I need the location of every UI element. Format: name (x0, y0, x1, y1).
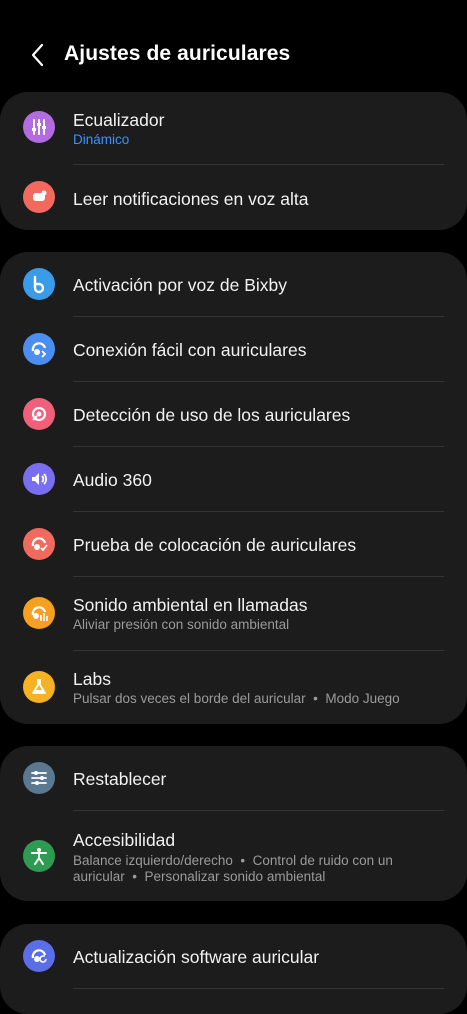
notification-voice-icon (23, 181, 55, 213)
back-button[interactable] (22, 38, 52, 72)
flask-icon (23, 671, 55, 703)
ambient-sound-sub: Aliviar presión con sonido ambiental (73, 617, 290, 632)
read-notifications-label: Leer notificaciones en voz alta (73, 189, 309, 209)
card-general: Restablecer Accesibilidad Balance izquie… (0, 746, 467, 901)
wear-detection-icon (23, 398, 55, 430)
list-item-reset[interactable]: Restablecer (0, 746, 467, 810)
audio-360-label: Audio 360 (73, 470, 152, 490)
card-update: Actualización software auricular (0, 924, 467, 1014)
software-update-icon (23, 940, 55, 972)
easy-connect-icon (23, 333, 55, 365)
list-item-bixby[interactable]: Activación por voz de Bixby (0, 252, 467, 316)
chevron-left-icon (31, 43, 44, 67)
accessibility-label: Accesibilidad (73, 830, 176, 850)
labs-label: Labs (73, 669, 111, 689)
reset-label: Restablecer (73, 769, 167, 789)
ambient-sound-label: Sonido ambiental en llamadas (73, 595, 308, 615)
page-title: Ajustes de auriculares (64, 42, 291, 65)
list-item-read-notifications[interactable]: Leer notificaciones en voz alta (0, 165, 467, 230)
list-item-audio-360[interactable]: Audio 360 (0, 447, 467, 511)
card-features: Activación por voz de Bixby Conexión fác… (0, 252, 467, 724)
bixby-icon (23, 268, 55, 300)
card-sound: Ecualizador Dinámico Leer notificaciones… (0, 92, 467, 230)
speaker-icon (23, 463, 55, 495)
list-item-software-update[interactable]: Actualización software auricular (0, 924, 467, 988)
bixby-label: Activación por voz de Bixby (73, 275, 287, 295)
fit-test-icon (23, 528, 55, 560)
top-bar: Ajustes de auriculares (0, 0, 467, 92)
list-item-labs[interactable]: Labs Pulsar dos veces el borde del auric… (0, 651, 467, 724)
list-item-easy-connect[interactable]: Conexión fácil con auriculares (0, 317, 467, 381)
labs-sub: Pulsar dos veces el borde del auricular … (73, 691, 400, 706)
equalizer-icon (23, 111, 55, 143)
accessibility-icon (23, 840, 55, 872)
wear-detection-label: Detección de uso de los auriculares (73, 405, 351, 425)
ambient-sound-icon (23, 597, 55, 629)
fit-test-label: Prueba de colocación de auriculares (73, 535, 357, 555)
accessibility-sub: Balance izquierdo/derecho • Control de r… (73, 853, 397, 884)
easy-connect-label: Conexión fácil con auriculares (73, 340, 307, 360)
list-item-ambient-sound[interactable]: Sonido ambiental en llamadas Aliviar pre… (0, 577, 467, 650)
divider (73, 988, 444, 989)
list-item-accessibility[interactable]: Accesibilidad Balance izquierdo/derecho … (0, 811, 467, 901)
software-update-label: Actualización software auricular (73, 947, 320, 967)
list-item-wear-detection[interactable]: Detección de uso de los auriculares (0, 382, 467, 446)
list-item-fit-test[interactable]: Prueba de colocación de auriculares (0, 512, 467, 576)
sliders-icon (23, 762, 55, 794)
equalizer-value: Dinámico (73, 132, 130, 147)
list-item-equalizer[interactable]: Ecualizador Dinámico (0, 92, 467, 164)
equalizer-label: Ecualizador (73, 110, 165, 130)
